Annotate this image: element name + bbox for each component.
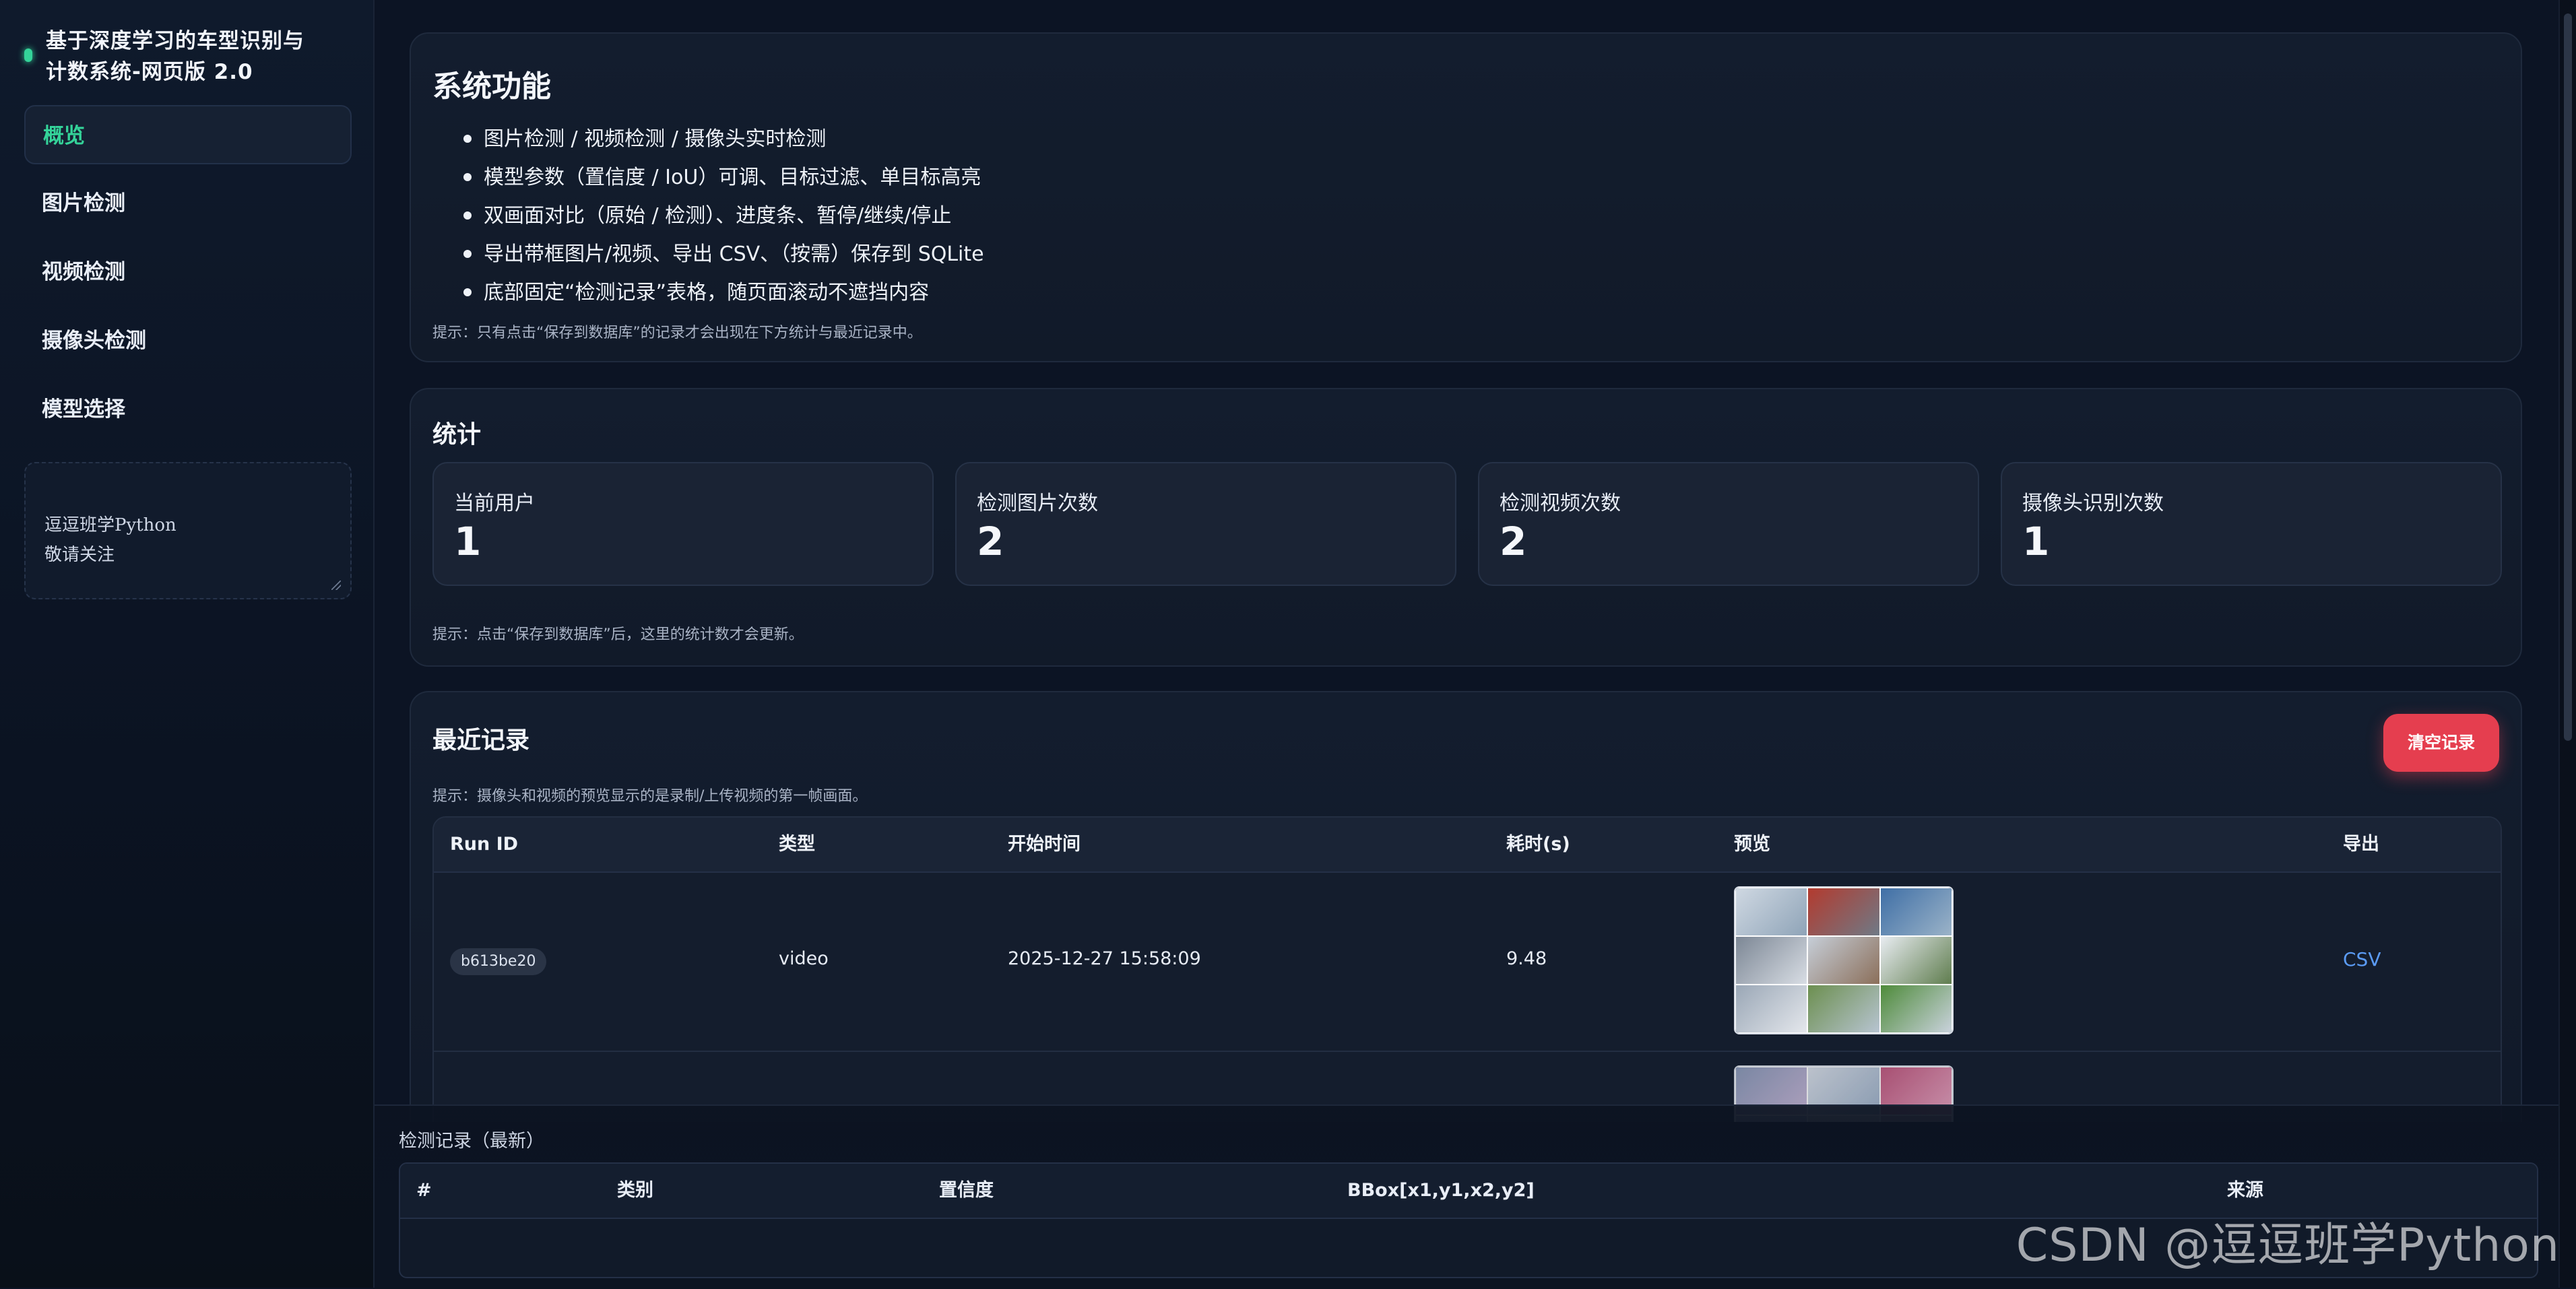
- col-export: 导出: [2343, 834, 2379, 855]
- stat-box-users: 当前用户 1: [432, 462, 934, 586]
- nav-item-image-detection[interactable]: 图片检测: [24, 174, 352, 233]
- nav-item-camera-detection[interactable]: 摄像头检测: [24, 311, 352, 370]
- feature-item: 双画面对比（原始 / 检测）、进度条、暂停/继续/停止: [463, 197, 984, 235]
- stat-value: 2: [977, 519, 1004, 564]
- preview-thumbnail[interactable]: [1734, 886, 1954, 1034]
- stat-label: 检测视频次数: [1500, 492, 1621, 515]
- page-scrollbar[interactable]: [2558, 0, 2576, 1288]
- feature-item: 导出带框图片/视频、导出 CSV、（按需）保存到 SQLite: [463, 235, 984, 273]
- col-run-id: Run ID: [450, 834, 519, 855]
- col-duration: 耗时(s): [1506, 834, 1570, 855]
- watermark: CSDN @逗逗班学Python: [2016, 1219, 2560, 1272]
- stat-value: 1: [2022, 519, 2050, 564]
- sidebar-nav: 概览 图片检测 视频检测 摄像头检测 模型选择: [24, 105, 352, 449]
- nav-item-video-detection[interactable]: 视频检测: [24, 242, 352, 302]
- col-bbox: BBox[x1,y1,x2,y2]: [1347, 1180, 1535, 1201]
- features-title: 系统功能: [432, 69, 551, 104]
- run-id-badge: b613be20: [450, 948, 547, 975]
- stat-label: 当前用户: [454, 492, 535, 515]
- table-header: Run ID 类型 开始时间 耗时(s) 预览 导出: [434, 818, 2501, 873]
- col-preview: 预览: [1734, 834, 1770, 855]
- recent-records-card: 最近记录 清空记录 提示：摄像头和视频的预览显示的是录制/上传视频的第一帧画面。…: [410, 691, 2522, 1122]
- cell-start-time: 2025-12-27 15:58:09: [1008, 948, 1201, 969]
- main-content: 系统功能 图片检测 / 视频检测 / 摄像头实时检测 模型参数（置信度 / Io…: [375, 0, 2560, 1122]
- stat-label: 检测图片次数: [977, 492, 1098, 515]
- features-hint: 提示：只有点击“保存到数据库”的记录才会出现在下方统计与最近记录中。: [432, 325, 922, 341]
- resize-handle-icon[interactable]: [331, 581, 341, 590]
- col-start-time: 开始时间: [1008, 834, 1081, 855]
- col-class: 类别: [617, 1180, 653, 1201]
- export-csv-link[interactable]: CSV: [2343, 948, 2381, 970]
- table-row: b613be20 video 2025-12-27 15:58:09 9.48 …: [434, 873, 2501, 1052]
- scrollbar-thumb[interactable]: [2564, 13, 2572, 741]
- col-type: 类型: [779, 834, 815, 855]
- cell-type: video: [779, 948, 829, 969]
- clear-records-button[interactable]: 清空记录: [2383, 714, 2499, 772]
- dock-title: 检测记录（最新）: [399, 1131, 544, 1152]
- detection-records-dock: 检测记录（最新） # 类别 置信度 BBox[x1,y1,x2,y2] 来源 C…: [375, 1104, 2560, 1289]
- stat-value: 1: [454, 519, 482, 564]
- stats-card: 统计 当前用户 1 检测图片次数 2 检测视频次数 2 摄像头识别次数 1 提示…: [410, 388, 2522, 667]
- stat-value: 2: [1500, 519, 1527, 564]
- nav-item-model-select[interactable]: 模型选择: [24, 380, 352, 439]
- stat-label: 摄像头识别次数: [2022, 492, 2164, 515]
- stat-box-camera-count: 摄像头识别次数 1: [2001, 462, 2502, 586]
- notes-text: 逗逗班学Python 敬请关注: [44, 515, 176, 565]
- stat-box-image-count: 检测图片次数 2: [955, 462, 1456, 586]
- feature-item: 模型参数（置信度 / IoU）可调、目标过滤、单目标高亮: [463, 158, 984, 197]
- stat-box-video-count: 检测视频次数 2: [1478, 462, 1979, 586]
- cell-duration: 9.48: [1506, 948, 1547, 969]
- status-dot-icon: [24, 48, 32, 62]
- feature-item: 图片检测 / 视频检测 / 摄像头实时检测: [463, 120, 984, 158]
- sidebar: 基于深度学习的车型识别与 计数系统-网页版 2.0 概览 图片检测 视频检测 摄…: [0, 0, 375, 1288]
- features-card: 系统功能 图片检测 / 视频检测 / 摄像头实时检测 模型参数（置信度 / Io…: [410, 32, 2522, 362]
- features-list: 图片检测 / 视频检测 / 摄像头实时检测 模型参数（置信度 / IoU）可调、…: [463, 120, 984, 312]
- nav-item-overview[interactable]: 概览: [24, 105, 352, 164]
- records-table: Run ID 类型 开始时间 耗时(s) 预览 导出 b613be20 vide…: [432, 816, 2502, 1122]
- col-confidence: 置信度: [939, 1180, 994, 1201]
- col-index: #: [416, 1180, 432, 1201]
- stats-title: 统计: [432, 421, 482, 449]
- stats-hint: 提示：点击“保存到数据库”后，这里的统计数才会更新。: [432, 626, 804, 643]
- notes-textarea[interactable]: 逗逗班学Python 敬请关注: [24, 462, 352, 599]
- app-title: 基于深度学习的车型识别与 计数系统-网页版 2.0: [46, 29, 304, 84]
- feature-item: 底部固定“检测记录”表格，随页面滚动不遮挡内容: [463, 273, 984, 312]
- recent-hint: 提示：摄像头和视频的预览显示的是录制/上传视频的第一帧画面。: [432, 788, 868, 805]
- recent-title: 最近记录: [432, 727, 530, 754]
